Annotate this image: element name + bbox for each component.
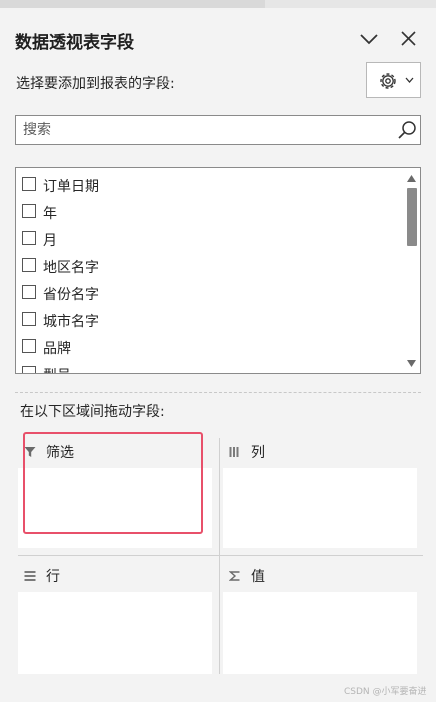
filter-area-header: 筛选 [18,436,212,466]
field-label: 品牌 [43,341,71,357]
field-list: 订单日期 年 月 地区名字 省份名字 城市名字 品牌 型号 [15,167,421,374]
scroll-down-arrow-icon[interactable] [406,358,417,368]
collapse-button[interactable] [358,28,380,50]
columns-area[interactable]: 列 [223,436,417,548]
rows-drop-zone[interactable] [18,592,212,674]
field-label: 省份名字 [43,287,99,303]
field-checkbox[interactable] [22,231,36,245]
filter-area-label: 筛选 [46,445,74,461]
field-checkbox[interactable] [22,258,36,272]
values-area-header: 值 [223,560,417,590]
rows-area-label: 行 [46,569,60,585]
field-checkbox[interactable] [22,339,36,353]
field-list-scrollbar[interactable] [403,168,420,373]
search-box [15,115,421,145]
field-label: 订单日期 [43,179,99,195]
choose-fields-label: 选择要添加到报表的字段: [16,76,175,92]
chevron-down-icon [405,77,414,83]
field-item-month[interactable]: 月 [16,228,396,254]
section-divider [15,392,421,393]
field-item-city-name[interactable]: 城市名字 [16,309,396,335]
rows-area-header: 行 [18,560,212,590]
drag-areas-label: 在以下区域间拖动字段: [20,404,165,420]
field-checkbox[interactable] [22,366,36,373]
sigma-icon [229,571,240,581]
gear-icon [380,73,396,89]
field-label: 年 [43,206,57,222]
field-item-brand[interactable]: 品牌 [16,336,396,362]
field-item-order-date[interactable]: 订单日期 [16,174,396,200]
values-area[interactable]: 值 [223,560,417,674]
field-item-year[interactable]: 年 [16,201,396,227]
field-item-region-name[interactable]: 地区名字 [16,255,396,281]
field-label: 地区名字 [43,260,99,276]
values-drop-zone[interactable] [223,592,417,674]
filter-area[interactable]: 筛选 [18,436,212,548]
area-vertical-divider [219,438,220,674]
top-strip [0,0,436,8]
field-item-model[interactable]: 型号 [16,363,396,373]
filter-drop-zone[interactable] [18,468,212,548]
search-input[interactable] [23,120,383,140]
filter-icon [24,447,36,457]
values-area-label: 值 [251,569,265,585]
top-strip-segment [0,0,265,8]
columns-area-header: 列 [223,436,417,466]
columns-area-label: 列 [251,445,265,461]
field-label: 月 [43,233,57,249]
field-checkbox[interactable] [22,285,36,299]
close-icon [401,31,416,46]
columns-icon [229,447,239,457]
close-button[interactable] [398,28,420,50]
rows-icon [24,571,36,581]
area-horizontal-divider [18,555,423,556]
field-settings-button[interactable] [366,62,421,98]
field-label: 型号 [43,365,71,373]
field-checkbox[interactable] [22,312,36,326]
field-checkbox[interactable] [22,177,36,191]
scroll-thumb[interactable] [407,188,417,246]
columns-drop-zone[interactable] [223,468,417,548]
field-checkbox[interactable] [22,204,36,218]
watermark: CSDN @小军要奋进 [344,687,427,697]
field-label: 城市名字 [43,314,99,330]
field-item-province-name[interactable]: 省份名字 [16,282,396,308]
scroll-up-arrow-icon[interactable] [406,174,417,184]
search-icon[interactable] [396,119,418,141]
rows-area[interactable]: 行 [18,560,212,674]
panel-title: 数据透视表字段 [15,33,134,53]
chevron-down-icon [360,34,378,45]
